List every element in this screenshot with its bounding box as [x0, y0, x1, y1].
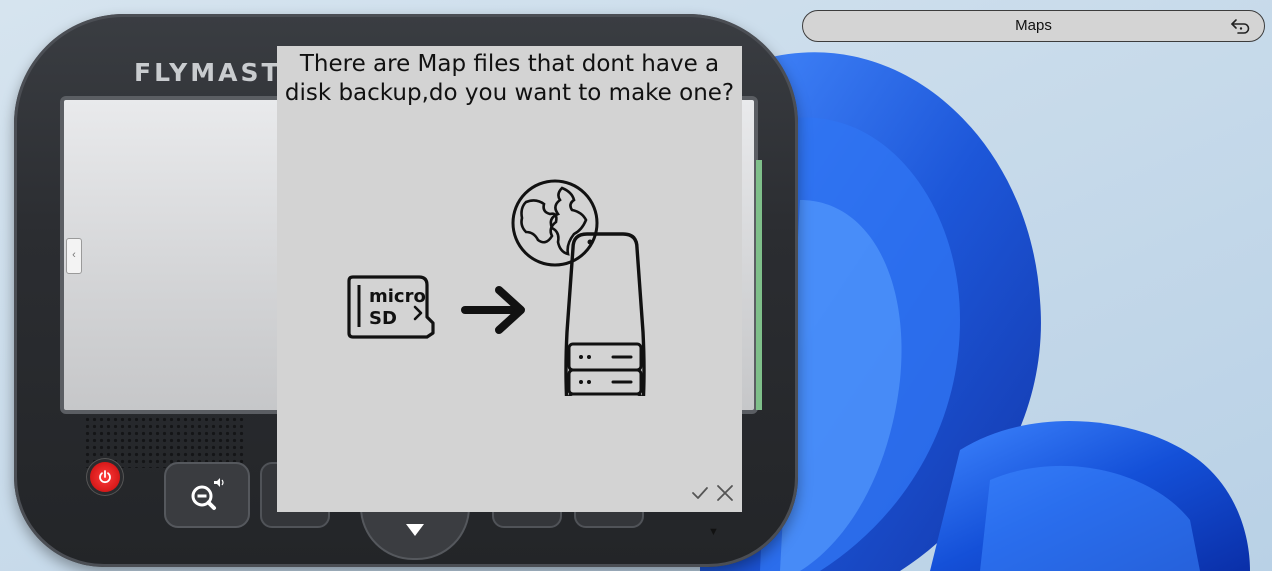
maps-title-bar: Maps: [802, 10, 1265, 42]
screen-left-handle[interactable]: ‹: [66, 238, 82, 274]
small-down-arrow-icon: ▼: [708, 526, 719, 538]
microsd-label-line-1: micro: [369, 286, 426, 307]
back-button[interactable]: [1228, 15, 1254, 37]
zoom-out-button[interactable]: [164, 462, 250, 528]
dialog-message: There are Map files that dont have a dis…: [277, 50, 742, 108]
zoom-out-icon: [191, 478, 224, 510]
dialog-message-line-1: There are Map files that dont have a: [299, 51, 720, 77]
backup-illustration: micro SD: [347, 179, 646, 396]
backup-prompt-dialog: There are Map files that dont have a dis…: [277, 46, 742, 512]
check-icon: [692, 487, 708, 499]
screen-side-strip: [756, 160, 762, 410]
microsd-label-line-2: SD: [369, 308, 397, 329]
power-icon: [99, 470, 111, 484]
cancel-button[interactable]: [714, 482, 736, 504]
confirm-button[interactable]: [689, 482, 711, 504]
microsd-card-icon: micro SD: [347, 275, 435, 339]
triangle-down-icon: [406, 524, 424, 536]
speaker-grille: [84, 416, 244, 468]
globe-icon: [511, 179, 599, 267]
power-button[interactable]: [90, 462, 120, 492]
back-arrow-icon: [1231, 19, 1250, 34]
arrow-right-icon: [461, 286, 525, 334]
page-title: Maps: [1015, 17, 1052, 34]
close-icon: [717, 485, 733, 501]
dialog-message-line-2: disk backup,do you want to make one?: [284, 80, 735, 106]
